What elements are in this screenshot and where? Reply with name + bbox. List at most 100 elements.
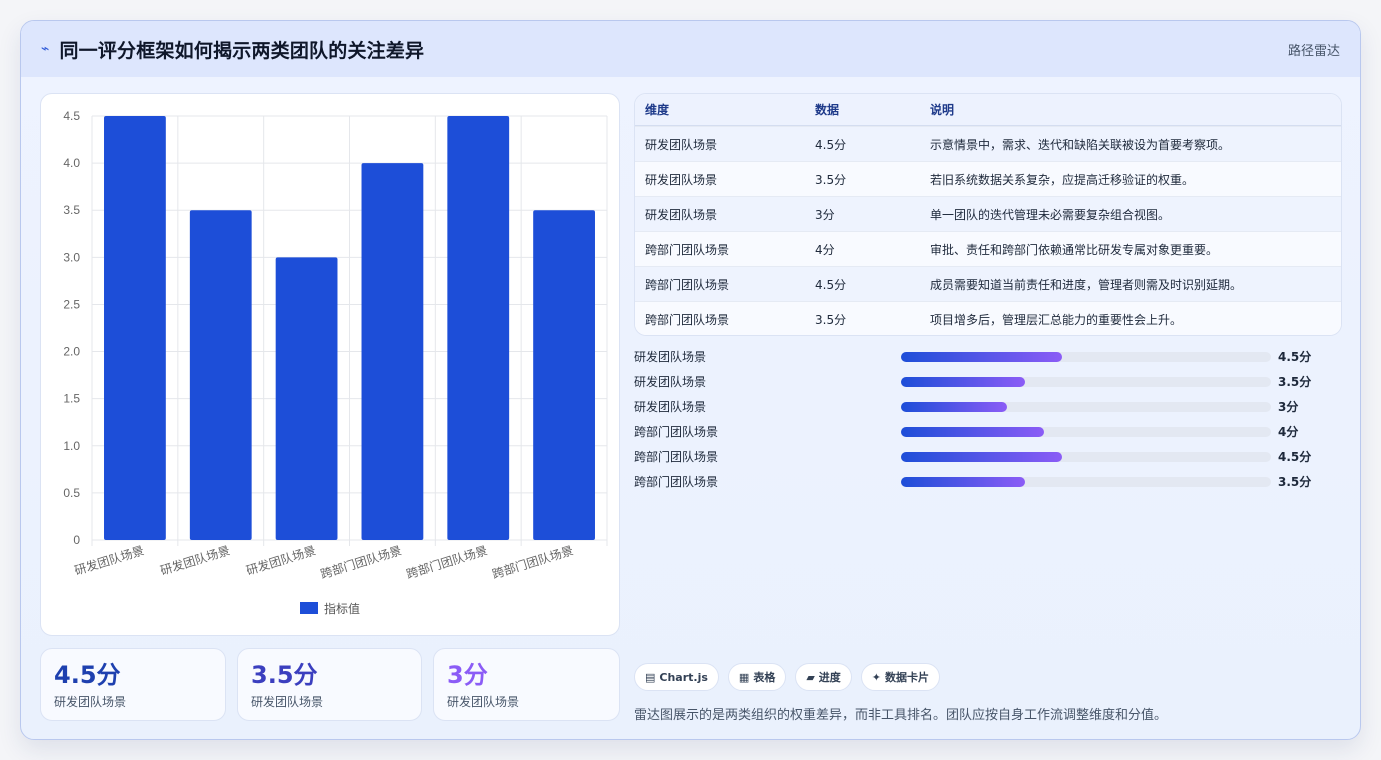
table-row: 跨部门团队场景 4.5分 成员需要知道当前责任和进度，管理者则需及时识别延期。	[635, 266, 1341, 301]
table-cell: 3.5分	[815, 172, 847, 187]
sparkle-icon: ✦	[871, 670, 882, 684]
stat-card-1: 4.5分 研发团队场景	[40, 648, 226, 721]
progress-label: 研发团队场景	[634, 350, 707, 364]
y-tick-label: 0	[73, 533, 80, 547]
stat-value: 3.5分	[251, 661, 318, 689]
progress-value: 3.5分	[1278, 375, 1312, 389]
bar	[361, 163, 424, 540]
table-cell: 4分	[815, 242, 835, 257]
table-cell: 跨部门团队场景	[645, 312, 730, 327]
data-table: 维度 数据 说明 研发团队场景 4.5分 示意情景中，需求、迭代和缺陷关联被设为…	[634, 93, 1342, 336]
footnote: 雷达图展示的是两类组织的权重差异，而非工具排名。团队应按自身工作流调整维度和分值…	[634, 708, 1168, 723]
progress-row: 研发团队场景 3分	[634, 394, 1342, 419]
table-cell: 3.5分	[815, 312, 847, 327]
table-cell: 成员需要知道当前责任和进度，管理者则需及时识别延期。	[930, 277, 1243, 292]
progress-list: 研发团队场景 4.5分 研发团队场景 3.5分 研发团队场景 3分 跨部门团队场…	[634, 344, 1342, 494]
column-header: 说明	[930, 103, 955, 117]
stat-label: 研发团队场景	[54, 695, 127, 709]
table-cell: 研发团队场景	[645, 137, 718, 152]
x-tick-label: 研发团队场景	[158, 543, 231, 578]
table-cell: 若旧系统数据关系复杂，应提高迁移验证的权重。	[930, 172, 1195, 187]
progress-row: 研发团队场景 3.5分	[634, 369, 1342, 394]
y-tick-label: 3.5	[63, 203, 80, 217]
stat-card-3: 3分 研发团队场景	[433, 648, 620, 721]
progress-fill	[901, 377, 1026, 387]
progress-track	[901, 402, 1271, 412]
y-tick-label: 1.5	[63, 392, 80, 406]
chart-icon: ▤	[645, 670, 656, 684]
stat-card-2: 3.5分 研发团队场景	[237, 648, 422, 721]
progress-value: 3.5分	[1278, 475, 1312, 489]
table-cell: 审批、责任和跨部门依赖通常比研发专属对象更重要。	[930, 242, 1219, 257]
progress-value: 3分	[1278, 400, 1299, 414]
main-card: ⌁ 同一评分框架如何揭示两类团队的关注差异 路径雷达 0 0.5 1.0 1.5 2.0…	[20, 20, 1361, 740]
stat-label: 研发团队场景	[447, 695, 520, 709]
table-row: 跨部门团队场景 4分 审批、责任和跨部门依赖通常比研发专属对象更重要。	[635, 231, 1341, 266]
x-tick-label: 跨部门团队场景	[319, 543, 404, 582]
bar	[533, 210, 595, 540]
bar	[104, 116, 166, 540]
progress-value: 4.5分	[1278, 350, 1312, 364]
stat-value: 3分	[447, 661, 488, 689]
chip-label: Chart.js	[659, 670, 708, 684]
progress-fill	[901, 477, 1026, 487]
pulse-icon: ⌁	[41, 41, 50, 57]
stat-label: 研发团队场景	[251, 695, 324, 709]
table-row: 研发团队场景 3分 单一团队的迭代管理未必需要复杂组合视图。	[635, 196, 1341, 231]
progress-label: 跨部门团队场景	[634, 450, 719, 464]
progress-fill	[901, 402, 1007, 412]
table-cell: 研发团队场景	[645, 207, 718, 222]
chip-chartjs[interactable]: ▤ Chart.js	[634, 663, 719, 691]
progress-value: 4分	[1278, 425, 1299, 439]
table-icon: ▦	[738, 670, 750, 684]
chip-table[interactable]: ▦ 表格	[727, 663, 787, 691]
table-cell: 跨部门团队场景	[645, 277, 730, 292]
bar	[275, 257, 338, 540]
x-tick-label: 跨部门团队场景	[404, 543, 489, 582]
header: ⌁ 同一评分框架如何揭示两类团队的关注差异 路径雷达	[21, 21, 1360, 77]
progress-track	[901, 377, 1271, 387]
table-row: 研发团队场景 4.5分 示意情景中，需求、迭代和缺陷关联被设为首要考察项。	[635, 126, 1341, 161]
progress-track	[901, 477, 1271, 487]
table-row: 跨部门团队场景 3.5分 项目增多后，管理层汇总能力的重要性会上升。	[635, 301, 1341, 335]
bar-chart: 00.51.01.52.02.53.03.54.04.5研发团队场景 研发团队场景…	[63, 109, 608, 616]
chip-progress[interactable]: ▰ 进度	[795, 663, 852, 691]
x-tick-label: 研发团队场景	[244, 543, 317, 578]
table-cell: 项目增多后，管理层汇总能力的重要性会上升。	[930, 312, 1183, 327]
tech-chips: ▤ Chart.js ▦ 表格 ▰ 进度 ✦ 数据卡片	[634, 663, 941, 691]
bar-chart-panel: 0 0.5 1.0 1.5 2.0 2.5 3.0 3.5 4.0 4.5 研发团队场景 研发团队场景…	[40, 93, 620, 636]
progress-track	[901, 427, 1271, 437]
table-cell: 4.5分	[815, 277, 847, 292]
table-cell: 4.5分	[815, 137, 847, 152]
progress-value: 4.5分	[1278, 450, 1312, 464]
y-tick-label: 0.5	[63, 486, 80, 500]
legend-swatch	[300, 602, 318, 614]
progress-fill	[901, 352, 1063, 362]
x-tick-label: 跨部门团队场景	[490, 543, 575, 582]
y-tick-label: 3.0	[63, 250, 80, 264]
x-tick-label: 研发团队场景	[73, 543, 146, 578]
progress-row: 跨部门团队场景 3.5分	[634, 469, 1342, 494]
progress-label: 跨部门团队场景	[634, 425, 719, 439]
column-header: 维度	[645, 103, 670, 117]
table-cell: 跨部门团队场景	[645, 242, 730, 257]
table-cell: 3分	[815, 207, 835, 222]
y-tick-label: 2.0	[63, 345, 80, 359]
y-tick-label: 4.0	[63, 156, 80, 170]
chip-label: 进度	[818, 671, 841, 684]
chip-label: 数据卡片	[885, 671, 930, 684]
progress-row: 研发团队场景 4.5分	[634, 344, 1342, 369]
progress-label: 研发团队场景	[634, 375, 707, 389]
legend-label: 指标值	[324, 601, 360, 616]
progress-label: 跨部门团队场景	[634, 475, 719, 489]
y-tick-label: 2.5	[63, 297, 80, 311]
stat-value: 4.5分	[54, 661, 121, 689]
progress-icon: ▰	[806, 670, 815, 684]
table-cell: 研发团队场景	[645, 172, 718, 187]
column-header: 数据	[815, 103, 840, 117]
chip-label: 表格	[753, 671, 776, 684]
progress-track	[901, 352, 1271, 362]
chip-data-card[interactable]: ✦ 数据卡片	[860, 663, 941, 691]
progress-track	[901, 452, 1271, 462]
bar	[189, 210, 252, 540]
